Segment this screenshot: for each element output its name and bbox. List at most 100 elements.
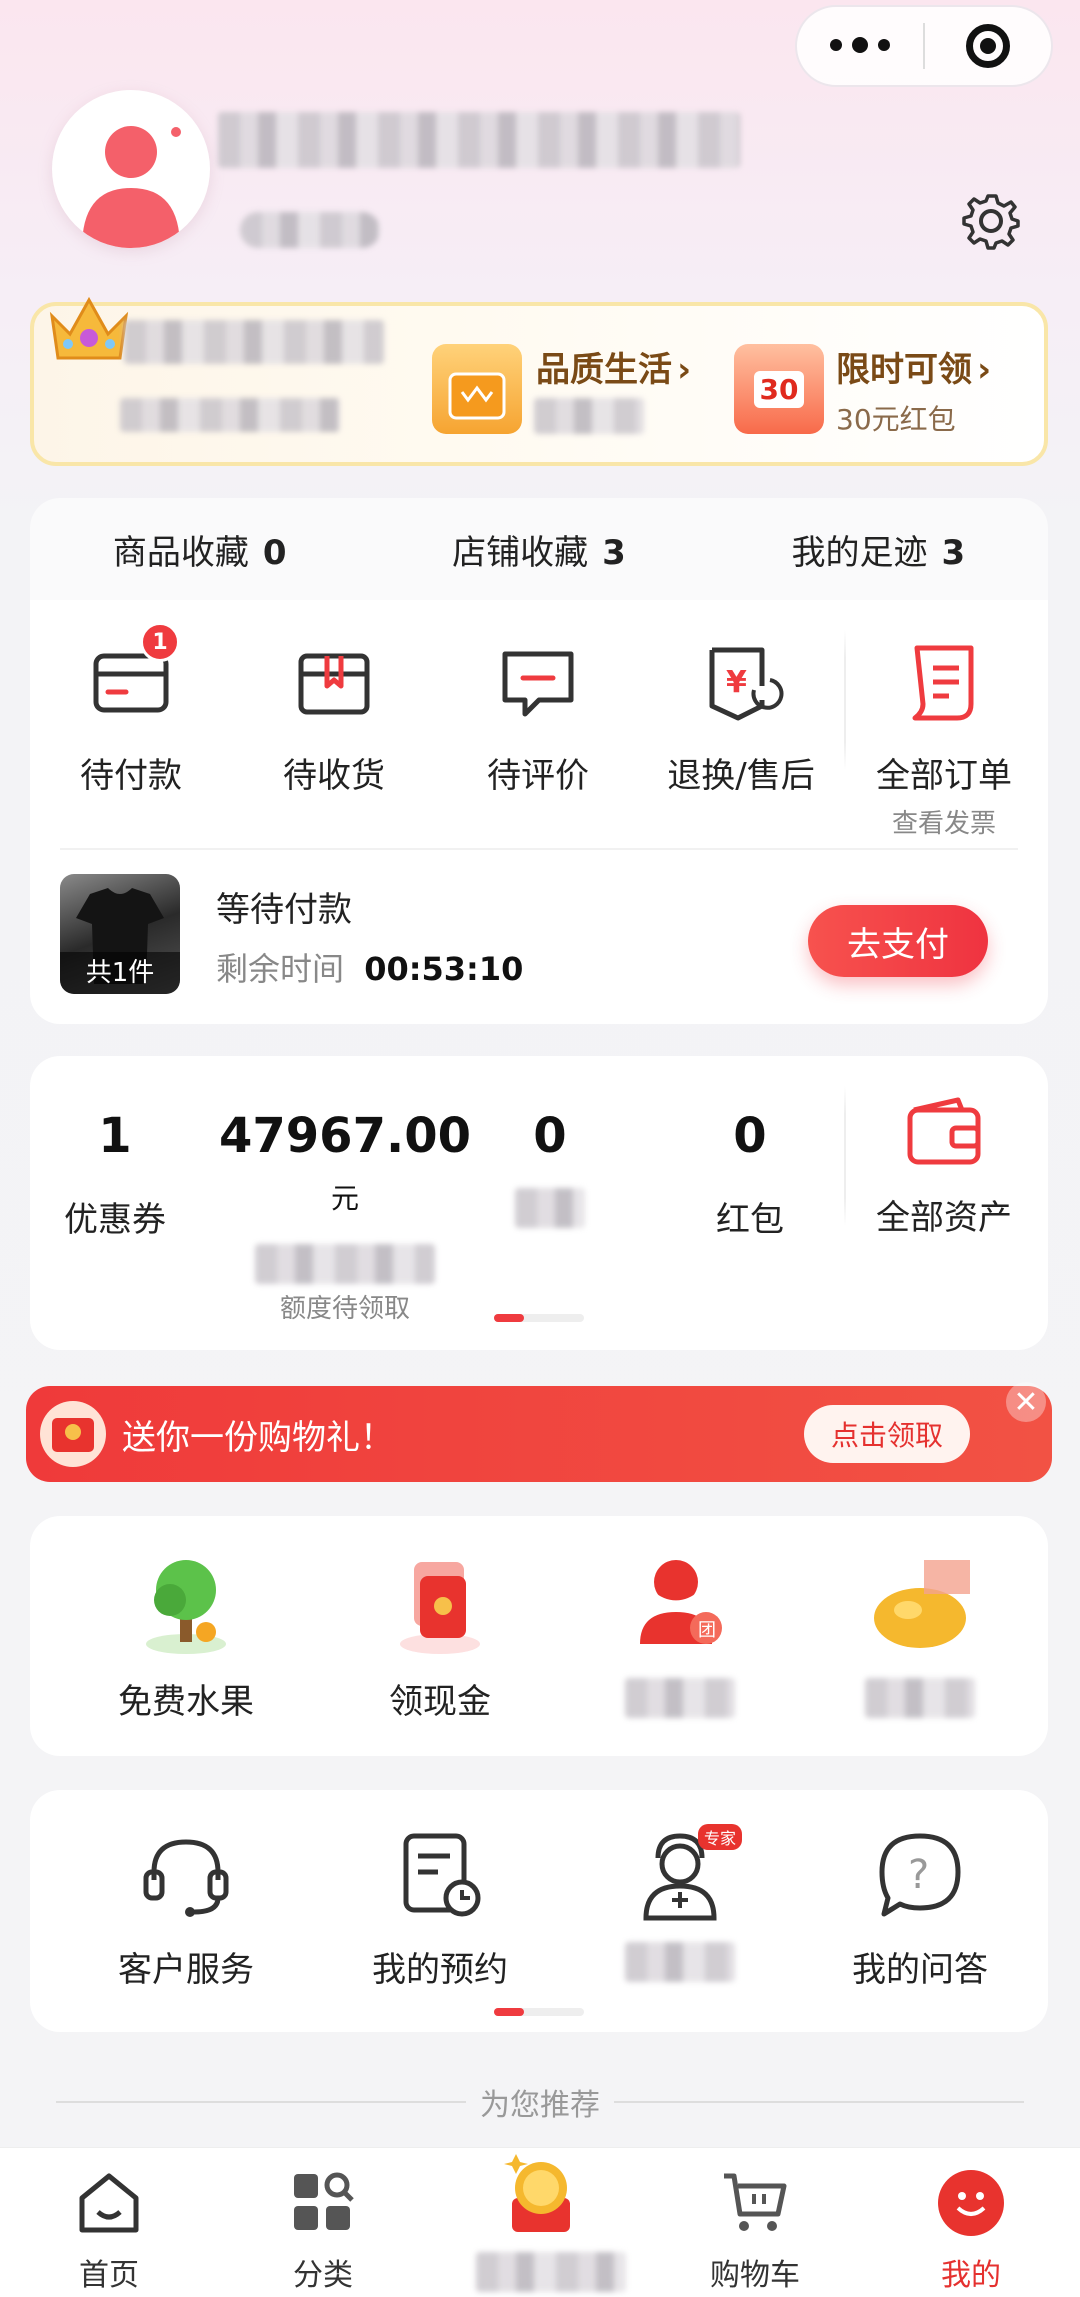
more-dot-icon: [830, 39, 842, 51]
vip-item1-sub-redacted: [534, 398, 644, 434]
vip-item1-title: 品质生活: [536, 350, 672, 390]
pending-payment-badge: 1: [140, 622, 180, 662]
browse-history-count: 3: [941, 532, 966, 573]
tab-promo[interactable]: [476, 2148, 626, 2292]
order-tab-label: 待收货: [283, 756, 385, 796]
pager-active-dot: [494, 1314, 524, 1322]
red-envelope-icon: [388, 1552, 492, 1656]
service-coin[interactable]: [810, 1552, 1030, 1718]
order-tab-pending-payment[interactable]: 1 待付款: [46, 622, 216, 797]
tool-my-qa[interactable]: ? 我的问答: [810, 1828, 1030, 1991]
vip-banner[interactable]: 品质生活 › 30 限时可领 › 30元红包: [30, 296, 1048, 466]
assets-card: 1 优惠券 47967.00 元 额度待领取 0 0 红包 全部资产: [30, 1056, 1048, 1350]
credit-stat[interactable]: 47967.00 元 额度待领取: [210, 1108, 480, 1325]
service-free-fruit[interactable]: 免费水果: [76, 1552, 296, 1723]
chevron-right-icon: ›: [677, 350, 692, 390]
svg-text:¥: ¥: [726, 665, 747, 700]
tab-label: 分类: [293, 2258, 353, 2293]
tools-pager: [494, 2008, 584, 2016]
pay-button[interactable]: 去支付: [808, 905, 988, 977]
avatar[interactable]: [52, 90, 210, 248]
user-tag-redacted: [240, 212, 380, 248]
miniprogram-capsule: [795, 5, 1053, 87]
tool-label: 我的问答: [852, 1950, 988, 1990]
tool-label: 我的预约: [372, 1950, 508, 1990]
order-tabs-divider: [844, 630, 846, 770]
close-icon[interactable]: ✕: [1006, 1382, 1046, 1422]
svg-text:团: 团: [698, 1620, 716, 1641]
group-buy-icon: 团: [628, 1552, 732, 1656]
tab-label: 首页: [79, 2258, 139, 2293]
close-miniprogram-button[interactable]: [925, 24, 1051, 68]
more-menu-button[interactable]: [797, 37, 923, 53]
tab-cart[interactable]: 购物车: [690, 2168, 820, 2294]
tool-customer-service[interactable]: 客户服务: [76, 1828, 296, 1991]
profile-icon: [936, 2168, 1006, 2238]
gear-icon: [962, 194, 1020, 250]
tool-my-appointments[interactable]: 我的预约: [330, 1828, 550, 1991]
third-asset-label-redacted: [515, 1188, 585, 1228]
more-dot-icon: [852, 37, 868, 53]
third-asset-value: 0: [533, 1108, 567, 1164]
favorite-goods[interactable]: 商品收藏 0: [113, 525, 287, 574]
coin-icon: [868, 1552, 972, 1656]
orders-card: 1 待付款 待收货 待评价 ¥ 退换/售后 全部订单 查看发票 共1件 等待付款…: [30, 600, 1048, 1024]
tab-category[interactable]: 分类: [258, 2168, 388, 2294]
service-get-cash[interactable]: 领现金: [330, 1552, 550, 1723]
product-thumbnail[interactable]: 共1件: [60, 874, 180, 994]
tab-home[interactable]: 首页: [44, 2168, 174, 2294]
order-tab-label: 待付款: [80, 756, 182, 796]
crown-icon: [44, 286, 134, 366]
order-tab-all[interactable]: 全部订单 查看发票: [859, 640, 1029, 840]
coupon-stat[interactable]: 1 优惠券: [50, 1108, 180, 1241]
remaining-time-value: 00:53:10: [364, 950, 524, 988]
coin-promo-icon: [496, 2148, 586, 2238]
vip-item-quality-life[interactable]: [432, 344, 522, 434]
doctor-icon: 专家: [632, 1824, 742, 1924]
favorite-shops[interactable]: 店铺收藏 3: [452, 525, 626, 574]
tab-mine[interactable]: 我的: [906, 2168, 1036, 2294]
package-icon: [291, 640, 377, 726]
favorite-shops-label: 店铺收藏: [452, 532, 589, 573]
claim-gift-button[interactable]: 点击领取: [804, 1405, 970, 1463]
remaining-time-label: 剩余时间: [216, 950, 345, 988]
vip-desc-redacted: [120, 398, 340, 432]
order-tab-label: 待评价: [487, 756, 589, 796]
order-tab-label: 退换/售后: [667, 756, 815, 796]
all-assets[interactable]: 全部资产: [859, 1096, 1029, 1239]
favorite-shops-count: 3: [602, 532, 626, 573]
browse-history[interactable]: 我的足迹 3: [791, 525, 965, 574]
svg-text:?: ?: [908, 1852, 929, 1898]
red-packet-stat[interactable]: 0 红包: [660, 1108, 840, 1241]
vip-item-quality-life-title: 品质生活 ›: [536, 342, 691, 391]
view-invoice-link[interactable]: 查看发票: [859, 803, 1029, 840]
gift-banner[interactable]: 送你一份购物礼！ 点击领取 ✕: [26, 1382, 1052, 1482]
service-label-redacted: [625, 1678, 735, 1718]
tool-expert-doctor[interactable]: 专家: [570, 1824, 790, 1982]
username-redacted: [218, 112, 740, 168]
service-group-buy[interactable]: 团: [570, 1552, 790, 1718]
credit-sub: 额度待领取: [279, 1294, 410, 1324]
item-count: 共1件: [60, 952, 180, 994]
order-tab-after-sales[interactable]: ¥ 退换/售后: [656, 640, 826, 797]
third-asset-stat[interactable]: 0: [500, 1108, 600, 1228]
settings-icon[interactable]: [960, 190, 1022, 252]
divider-line: [56, 2101, 466, 2103]
tab-label: 我的: [941, 2258, 1001, 2293]
assets-pager: [494, 1314, 584, 1322]
appointment-icon: [392, 1828, 488, 1924]
red-packet-label: 红包: [716, 1200, 784, 1240]
order-tab-pending-receipt[interactable]: 待收货: [249, 640, 419, 797]
bottom-tab-bar: 首页 分类 购物车 我的: [0, 2147, 1080, 2297]
cart-icon: [720, 2168, 790, 2238]
refund-icon: ¥: [698, 640, 784, 726]
coupon-count: 1: [98, 1108, 132, 1164]
gift-box-icon: [432, 344, 522, 434]
vip-item2-title: 限时可领: [836, 350, 972, 390]
category-icon: [288, 2168, 358, 2238]
credit-label-redacted: [255, 1244, 435, 1284]
order-tab-pending-review[interactable]: 待评价: [453, 640, 623, 797]
order-tab-label: 全部订单: [876, 756, 1012, 796]
vip-item-limited[interactable]: 30: [734, 344, 824, 434]
vip-item2-sub: 30元红包: [836, 403, 956, 436]
